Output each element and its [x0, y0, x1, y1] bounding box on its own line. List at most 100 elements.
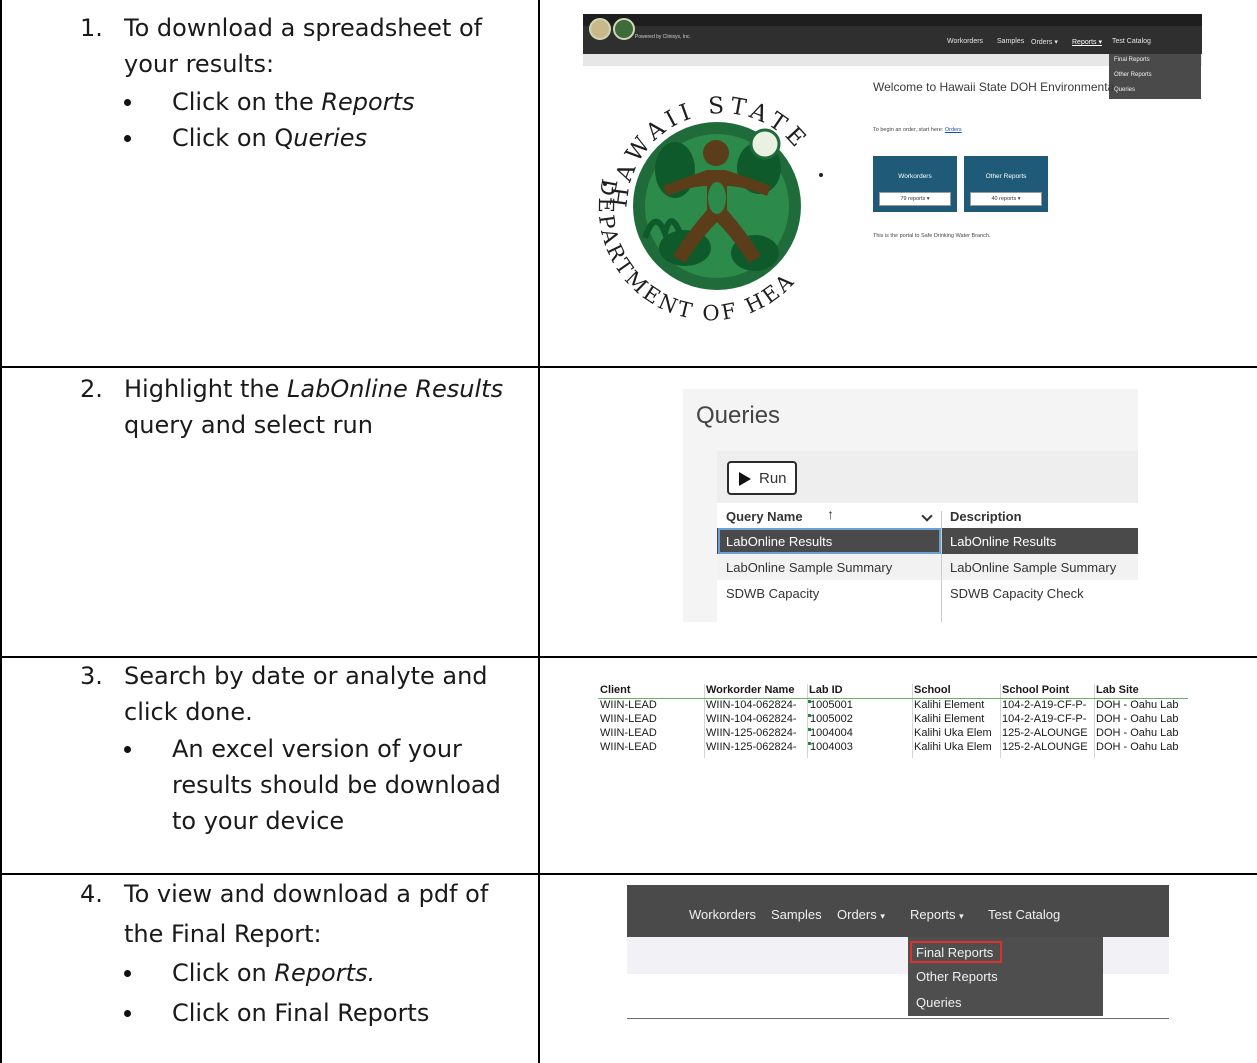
table-row[interactable]: SDWB Capacity SDWB Capacity Check: [717, 580, 1138, 606]
bullet-dot: [124, 746, 131, 753]
nav-orders[interactable]: Orders ▾: [837, 907, 885, 922]
begin-order-prefix: To begin an order, start here:: [873, 127, 945, 133]
nav-test-catalog[interactable]: Test Catalog: [1112, 38, 1151, 45]
cell-lab-site: DOH - Oahu Lab: [1096, 741, 1179, 753]
column-gridline: [1000, 684, 1001, 758]
tile-count-dropdown[interactable]: 79 reports ▾: [879, 192, 951, 206]
header-school: School: [914, 684, 951, 696]
cell-client: WIIN-LEAD: [600, 727, 657, 739]
bullet-text: An excel version of your: [172, 735, 462, 763]
bullet-text: results should be download: [172, 771, 501, 799]
cell-school-point: 104-2-A19-CF-P-: [1002, 713, 1087, 725]
cell-school: Kalihi Element: [914, 699, 985, 711]
nav-reports[interactable]: Reports ▾: [910, 907, 964, 922]
cell-lab-id: 1004003: [810, 741, 853, 753]
step-number: 4.: [80, 880, 103, 908]
cell-lab-site: DOH - Oahu Lab: [1096, 727, 1179, 739]
bullet-dot: [124, 970, 131, 977]
excel-results-screenshot: Client Workorder Name Lab ID School Scho…: [598, 684, 1200, 758]
portal-home-screenshot: Powered by Clinisys, Inc. Workorders Sam…: [583, 14, 1202, 332]
nav-samples[interactable]: Samples: [771, 907, 822, 922]
workorders-tile[interactable]: Workorders 79 reports ▾: [873, 156, 957, 212]
reports-menu-screenshot: Workorders Samples Orders ▾ Reports ▾ Te…: [627, 885, 1169, 1021]
queries-screenshot: Queries Run Query Name ↑ Description Lab…: [683, 389, 1138, 622]
table-row-divider-3: [0, 873, 1257, 875]
bullet-italic: ueries: [293, 124, 368, 152]
toolbar: Run: [717, 451, 1138, 503]
column-header-query-name[interactable]: Query Name: [726, 509, 803, 524]
dropdown-final-reports[interactable]: Final Reports: [1114, 57, 1150, 63]
dropdown-queries[interactable]: Queries: [916, 995, 962, 1010]
step-text-line: the Final Report:: [124, 920, 322, 948]
step-number: 3.: [80, 662, 103, 690]
dropdown-queries[interactable]: Queries: [1114, 87, 1135, 93]
reports-dropdown: Final Reports Other Reports Queries: [908, 937, 1103, 1016]
step-number: 2.: [80, 375, 103, 403]
sort-ascending-icon[interactable]: ↑: [827, 506, 834, 522]
cell-client: WIIN-LEAD: [600, 741, 657, 753]
caret-down-icon: ▾: [880, 911, 885, 921]
column-gridline: [704, 684, 705, 758]
powered-by-text: Powered by Clinisys, Inc.: [635, 34, 691, 40]
nav-workorders[interactable]: Workorders: [947, 38, 983, 45]
number-as-text-marker: [808, 728, 811, 731]
other-reports-tile[interactable]: Other Reports 40 reports ▾: [964, 156, 1048, 212]
begin-order-text: To begin an order, start here: Orders: [873, 127, 962, 133]
nav-samples[interactable]: Samples: [997, 38, 1024, 45]
tile-title: Workorders: [898, 173, 932, 180]
chevron-down-icon[interactable]: [921, 510, 933, 522]
tile-count-dropdown[interactable]: 40 reports ▾: [970, 192, 1042, 206]
table-column-divider: [538, 0, 540, 1063]
table-border-left: [0, 0, 2, 1063]
tile-title: Other Reports: [985, 173, 1027, 180]
cell-lab-site: DOH - Oahu Lab: [1096, 713, 1179, 725]
step-text-line: To download a spreadsheet of: [124, 14, 483, 42]
bullet-text: Click on the: [172, 88, 322, 116]
nav-reports-label: Reports: [910, 907, 956, 922]
description-cell: LabOnline Sample Summary: [950, 560, 1117, 575]
bullet-text: to your device: [172, 807, 345, 835]
divider-line: [627, 1018, 1169, 1019]
cell-school-point: 125-2-ALOUNGE: [1002, 741, 1088, 753]
orders-link[interactable]: Orders: [945, 127, 962, 133]
column-header-description[interactable]: Description: [950, 509, 1022, 524]
play-icon: [739, 472, 751, 486]
welcome-heading: Welcome to Hawaii State DOH Environmenta: [873, 80, 1115, 94]
bullet-text: Click on Final Reports: [172, 999, 430, 1027]
bullet-text: Click on: [172, 959, 275, 987]
nav-reports[interactable]: Reports ▾: [1072, 38, 1102, 46]
cell-school: Kalihi Uka Elem: [914, 741, 992, 753]
step-text-line: To view and download a pdf of: [124, 880, 489, 908]
caret-down-icon: ▾: [959, 911, 964, 921]
dropdown-other-reports[interactable]: Other Reports: [916, 969, 998, 984]
number-as-text-marker: [808, 742, 811, 745]
dropdown-other-reports[interactable]: Other Reports: [1114, 72, 1152, 78]
table-row[interactable]: LabOnline Results LabOnline Results: [717, 528, 1138, 554]
column-divider: [941, 511, 942, 622]
cell-school: Kalihi Element: [914, 713, 985, 725]
page-title: Queries: [696, 402, 781, 429]
cell-workorder-name: WIIN-125-062824-: [706, 727, 797, 739]
cell-workorder-name: WIIN-104-062824-: [706, 713, 797, 725]
cell-lab-id: 1005001: [810, 699, 853, 711]
nav-test-catalog[interactable]: Test Catalog: [988, 907, 1060, 922]
column-gridline: [1094, 684, 1095, 758]
dropdown-final-reports[interactable]: Final Reports: [916, 945, 993, 960]
step-number: 1.: [80, 14, 103, 42]
header-client: Client: [600, 684, 631, 696]
number-as-text-marker: [808, 714, 811, 717]
table-row[interactable]: LabOnline Sample Summary LabOnline Sampl…: [717, 554, 1138, 580]
step-text-line: Highlight the LabOnline Results: [124, 371, 503, 407]
run-button[interactable]: Run: [727, 461, 797, 495]
bullet-dot: [124, 99, 131, 106]
header-lab-id: Lab ID: [809, 684, 843, 696]
cell-school: Kalihi Uka Elem: [914, 727, 992, 739]
cell-school-point: 104-2-A19-CF-P-: [1002, 699, 1087, 711]
description-cell: SDWB Capacity Check: [950, 586, 1084, 601]
step-text: Highlight the: [124, 375, 287, 403]
nav-orders[interactable]: Orders ▾: [1031, 38, 1058, 46]
step-italic: LabOnline Results: [287, 375, 504, 403]
cell-client: WIIN-LEAD: [600, 713, 657, 725]
nav-workorders[interactable]: Workorders: [689, 907, 756, 922]
cell-lab-id: 1004004: [810, 727, 853, 739]
